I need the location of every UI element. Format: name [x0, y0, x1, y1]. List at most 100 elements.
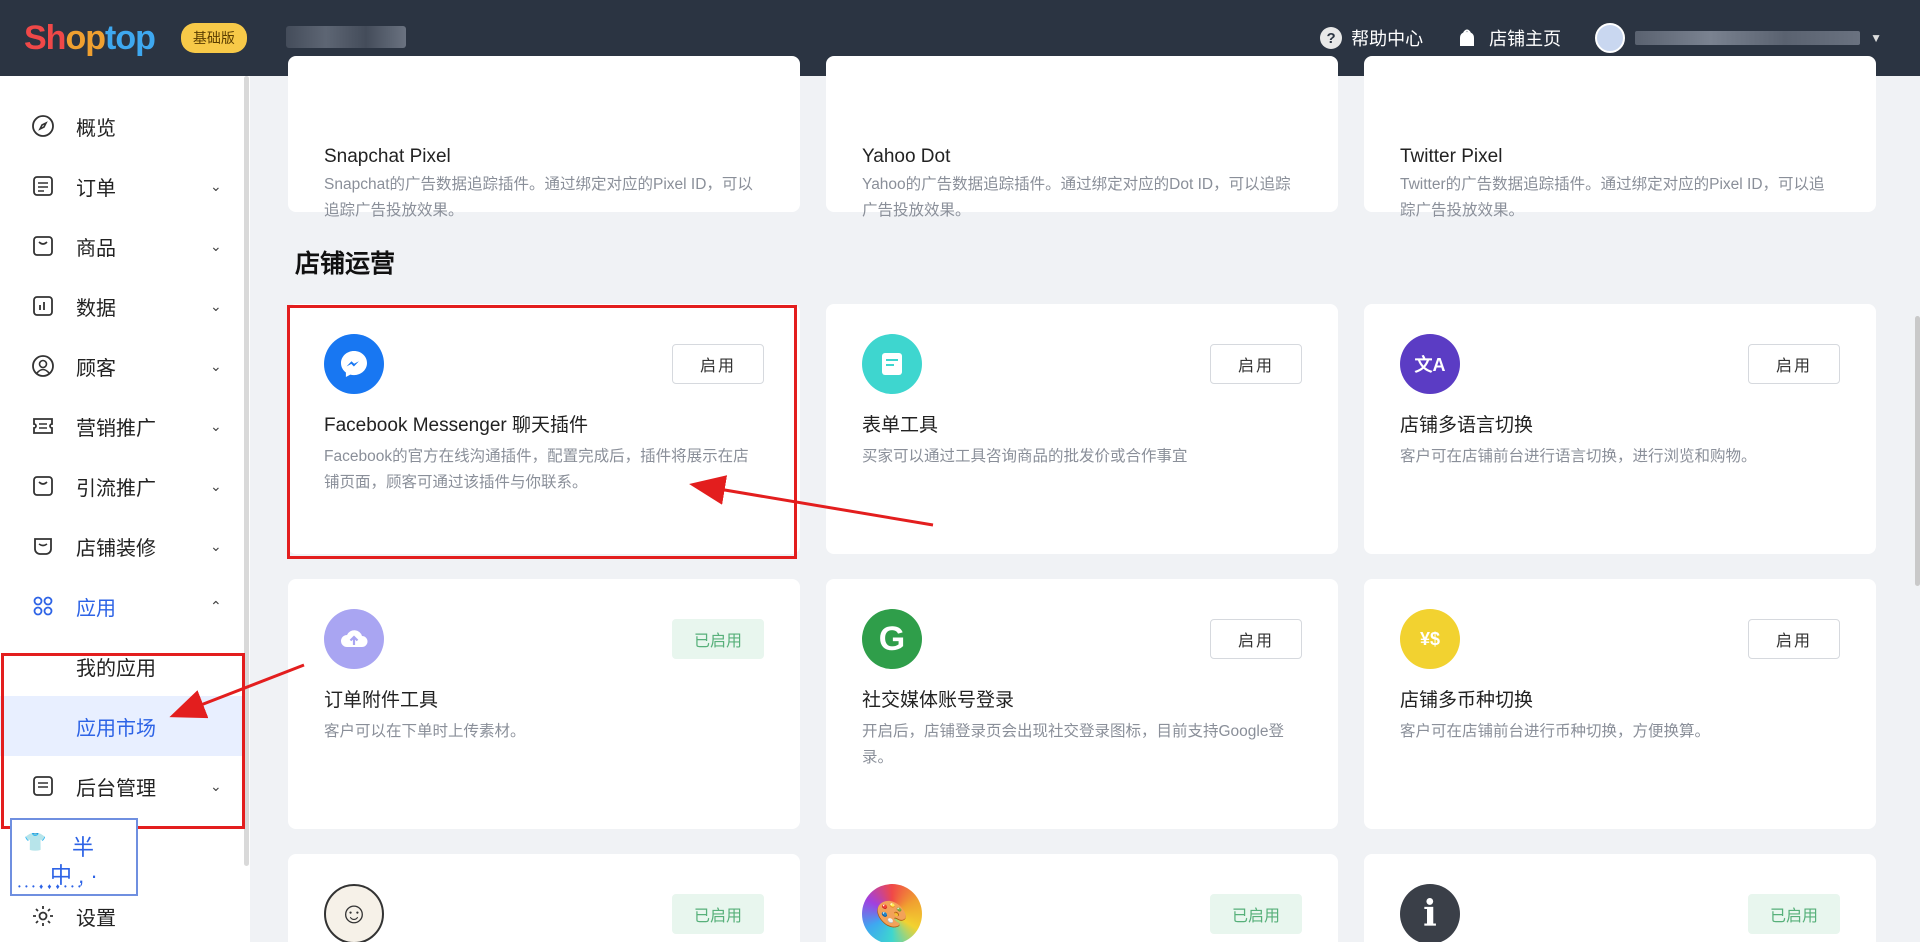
app-card-form-tool[interactable]: 启用 表单工具 买家可以通过工具咨询商品的批发价或合作事宜	[826, 304, 1338, 554]
sidebar-item-label: 订单	[76, 177, 116, 200]
sidebar-item-marketing[interactable]: 营销推广 ⌄	[0, 396, 244, 456]
sidebar-item-label: 店铺装修	[76, 537, 156, 560]
sidebar-item-label: 营销推广	[76, 417, 156, 440]
chevron-down-icon: ⌄	[210, 297, 222, 314]
info-icon: i	[1400, 884, 1460, 942]
chevron-down-icon: ⌄	[210, 177, 222, 194]
chevron-down-icon: ⌄	[210, 237, 222, 254]
card-desc: 买家可以通过工具咨询商品的批发价或合作事宜	[862, 448, 1188, 465]
sidebar-item-customers[interactable]: 顾客 ⌄	[0, 336, 244, 396]
card-title: 表单工具	[862, 415, 939, 436]
shoptop-logo[interactable]: Shoptop	[24, 18, 156, 58]
card-desc: 客户可以在下单时上传素材。	[324, 723, 526, 740]
chevron-down-icon: ⌄	[210, 477, 222, 494]
app-card[interactable]: Snapchat Pixel Snapchat的广告数据追踪插件。通过绑定对应的…	[288, 56, 800, 219]
google-g-icon: G	[862, 609, 922, 669]
chart-icon	[30, 293, 56, 319]
avatar	[1595, 23, 1626, 53]
chevron-up-icon: ⌃	[210, 597, 222, 614]
decor-icon	[30, 533, 56, 559]
compass-icon	[30, 113, 56, 139]
enable-button[interactable]: 启用	[1748, 619, 1840, 659]
main-content: Snapchat Pixel Snapchat的广告数据追踪插件。通过绑定对应的…	[250, 56, 1920, 942]
help-center-link[interactable]: ? 帮助中心	[1320, 25, 1423, 51]
help-center-label: 帮助中心	[1351, 29, 1424, 49]
sticker-dots: • • • ♦ ♦ ♦ • • •	[18, 882, 82, 891]
card-desc: 客户可在店铺前台进行币种切换，方便换算。	[1400, 723, 1711, 740]
store-home-link[interactable]: 店铺主页	[1457, 25, 1561, 51]
enable-button[interactable]: 启用	[1210, 344, 1302, 384]
sidebar-item-label: 顾客	[76, 357, 116, 380]
plan-badge: 基础版	[180, 23, 247, 53]
chevron-down-icon: ⌄	[210, 357, 222, 374]
app-card[interactable]: i 已启用	[1364, 854, 1876, 942]
logo-text-part: Sh	[24, 18, 66, 57]
annotation-highlight-box	[1, 653, 245, 829]
app-card-messenger[interactable]: 启用 Facebook Messenger 聊天插件 Facebook的官方在线…	[288, 304, 800, 554]
logo-text-part: op	[65, 18, 106, 57]
main-scrollbar[interactable]	[1915, 316, 1920, 586]
card-desc: Snapchat的广告数据追踪插件。通过绑定对应的Pixel ID，可以追踪广告…	[324, 176, 753, 219]
enabled-status-button[interactable]: 已启用	[672, 894, 764, 934]
floating-sticker-widget[interactable]: 👕 半 中 , · • • • ♦ ♦ ♦ • • •	[10, 818, 138, 896]
sidebar-item-products[interactable]: 商品 ⌄	[0, 216, 244, 276]
card-title: 店铺多语言切换	[1400, 415, 1534, 436]
app-card[interactable]: 🎨 已启用	[826, 854, 1338, 942]
upload-cloud-icon	[324, 609, 384, 669]
messenger-icon	[324, 334, 384, 394]
user-name-blurred	[1635, 31, 1861, 45]
chevron-down-icon: ▼	[1870, 31, 1882, 45]
card-desc: Yahoo的广告数据追踪插件。通过绑定对应的Dot ID，可以追踪广告投放效果。	[862, 176, 1291, 219]
enabled-status-button[interactable]: 已启用	[1210, 894, 1302, 934]
card-desc: 开启后，店铺登录页会出现社交登录图标，目前支持Google登录。	[862, 723, 1284, 766]
enable-button[interactable]: 启用	[1210, 619, 1302, 659]
user-menu[interactable]: ▼	[1595, 23, 1882, 53]
store-name-blurred[interactable]	[286, 26, 406, 48]
enable-button[interactable]: 启用	[672, 344, 764, 384]
app-card[interactable]: Twitter Pixel Twitter的广告数据追踪插件。通过绑定对应的Pi…	[1364, 56, 1876, 219]
enabled-status-button[interactable]: 已启用	[1748, 894, 1840, 934]
sidebar-item-orders[interactable]: 订单 ⌄	[0, 156, 244, 216]
user-icon	[30, 353, 56, 379]
app-card-multicurrency[interactable]: ¥$ 启用 店铺多币种切换 客户可在店铺前台进行币种切换，方便换算。	[1364, 579, 1876, 829]
sidebar-item-label: 引流推广	[76, 477, 156, 500]
sidebar-item-label: 商品	[76, 237, 116, 260]
product-icon	[30, 233, 56, 259]
traffic-icon	[30, 473, 56, 499]
sidebar-item-label: 设置	[76, 907, 116, 930]
sidebar-item-label: 数据	[76, 297, 116, 320]
mailchimp-icon: ☺	[324, 884, 384, 942]
store-home-label: 店铺主页	[1489, 29, 1562, 49]
currency-icon: ¥$	[1400, 609, 1460, 669]
marketing-icon	[30, 413, 56, 439]
gear-icon	[30, 903, 56, 929]
chevron-down-icon: ⌄	[210, 417, 222, 434]
sidebar-item-apps[interactable]: 应用 ⌃	[0, 576, 244, 636]
card-title: Snapchat Pixel	[324, 146, 451, 167]
card-title: 店铺多币种切换	[1400, 690, 1534, 711]
enable-button[interactable]: 启用	[1748, 344, 1840, 384]
enabled-status-button[interactable]: 已启用	[672, 619, 764, 659]
card-title: Yahoo Dot	[862, 146, 951, 167]
sidebar-item-label: 应用	[76, 597, 116, 620]
order-icon	[30, 173, 56, 199]
app-card-multilang[interactable]: 文A 启用 店铺多语言切换 客户可在店铺前台进行语言切换，进行浏览和购物。	[1364, 304, 1876, 554]
translate-icon: 文A	[1400, 334, 1460, 394]
app-card-social-login[interactable]: G 启用 社交媒体账号登录 开启后，店铺登录页会出现社交登录图标，目前支持Goo…	[826, 579, 1338, 829]
sidebar-item-overview[interactable]: 概览	[0, 96, 244, 156]
sidebar-item-traffic[interactable]: 引流推广 ⌄	[0, 456, 244, 516]
card-title: Facebook Messenger 聊天插件	[324, 415, 588, 436]
card-title: 订单附件工具	[324, 690, 439, 711]
logo-text-part: top	[105, 18, 156, 57]
sidebar-item-decor[interactable]: 店铺装修 ⌄	[0, 516, 244, 576]
help-icon: ?	[1320, 27, 1343, 49]
app-card[interactable]: Yahoo Dot Yahoo的广告数据追踪插件。通过绑定对应的Dot ID，可…	[826, 56, 1338, 219]
sidebar-item-data[interactable]: 数据 ⌄	[0, 276, 244, 336]
sidebar-item-label: 概览	[76, 117, 116, 140]
form-icon	[862, 334, 922, 394]
app-card-order-attachment[interactable]: 已启用 订单附件工具 客户可以在下单时上传素材。	[288, 579, 800, 829]
chevron-down-icon: ⌄	[210, 537, 222, 554]
app-card[interactable]: ☺ 已启用	[288, 854, 800, 942]
store-bag-icon	[1460, 29, 1475, 46]
shirt-icon: 👕	[24, 832, 47, 852]
